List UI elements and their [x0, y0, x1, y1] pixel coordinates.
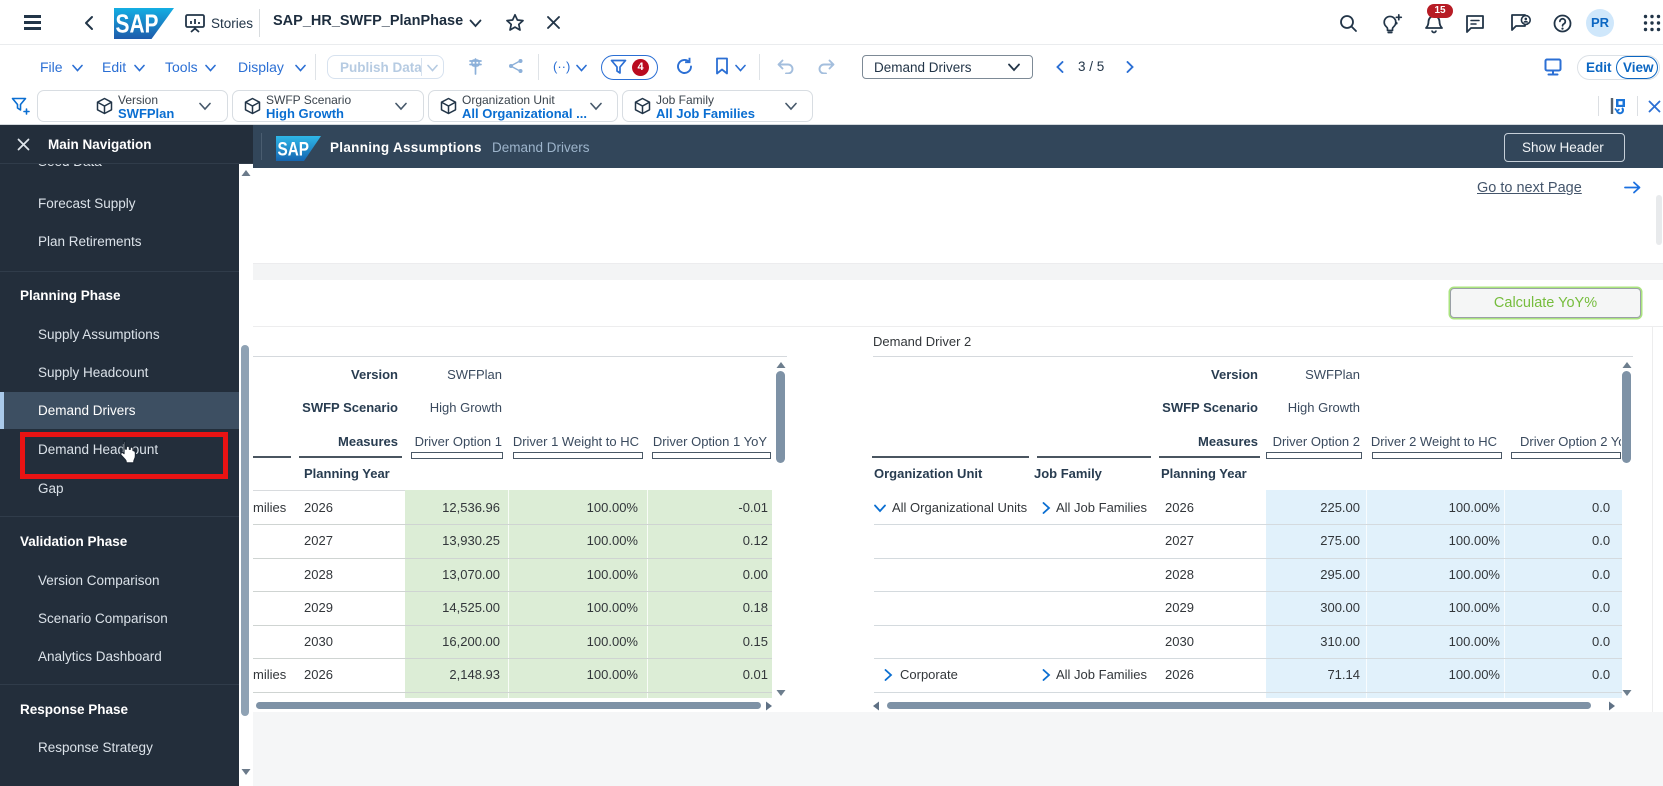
svg-text:SAP: SAP [278, 140, 310, 161]
svg-text:SAP: SAP [116, 9, 159, 39]
